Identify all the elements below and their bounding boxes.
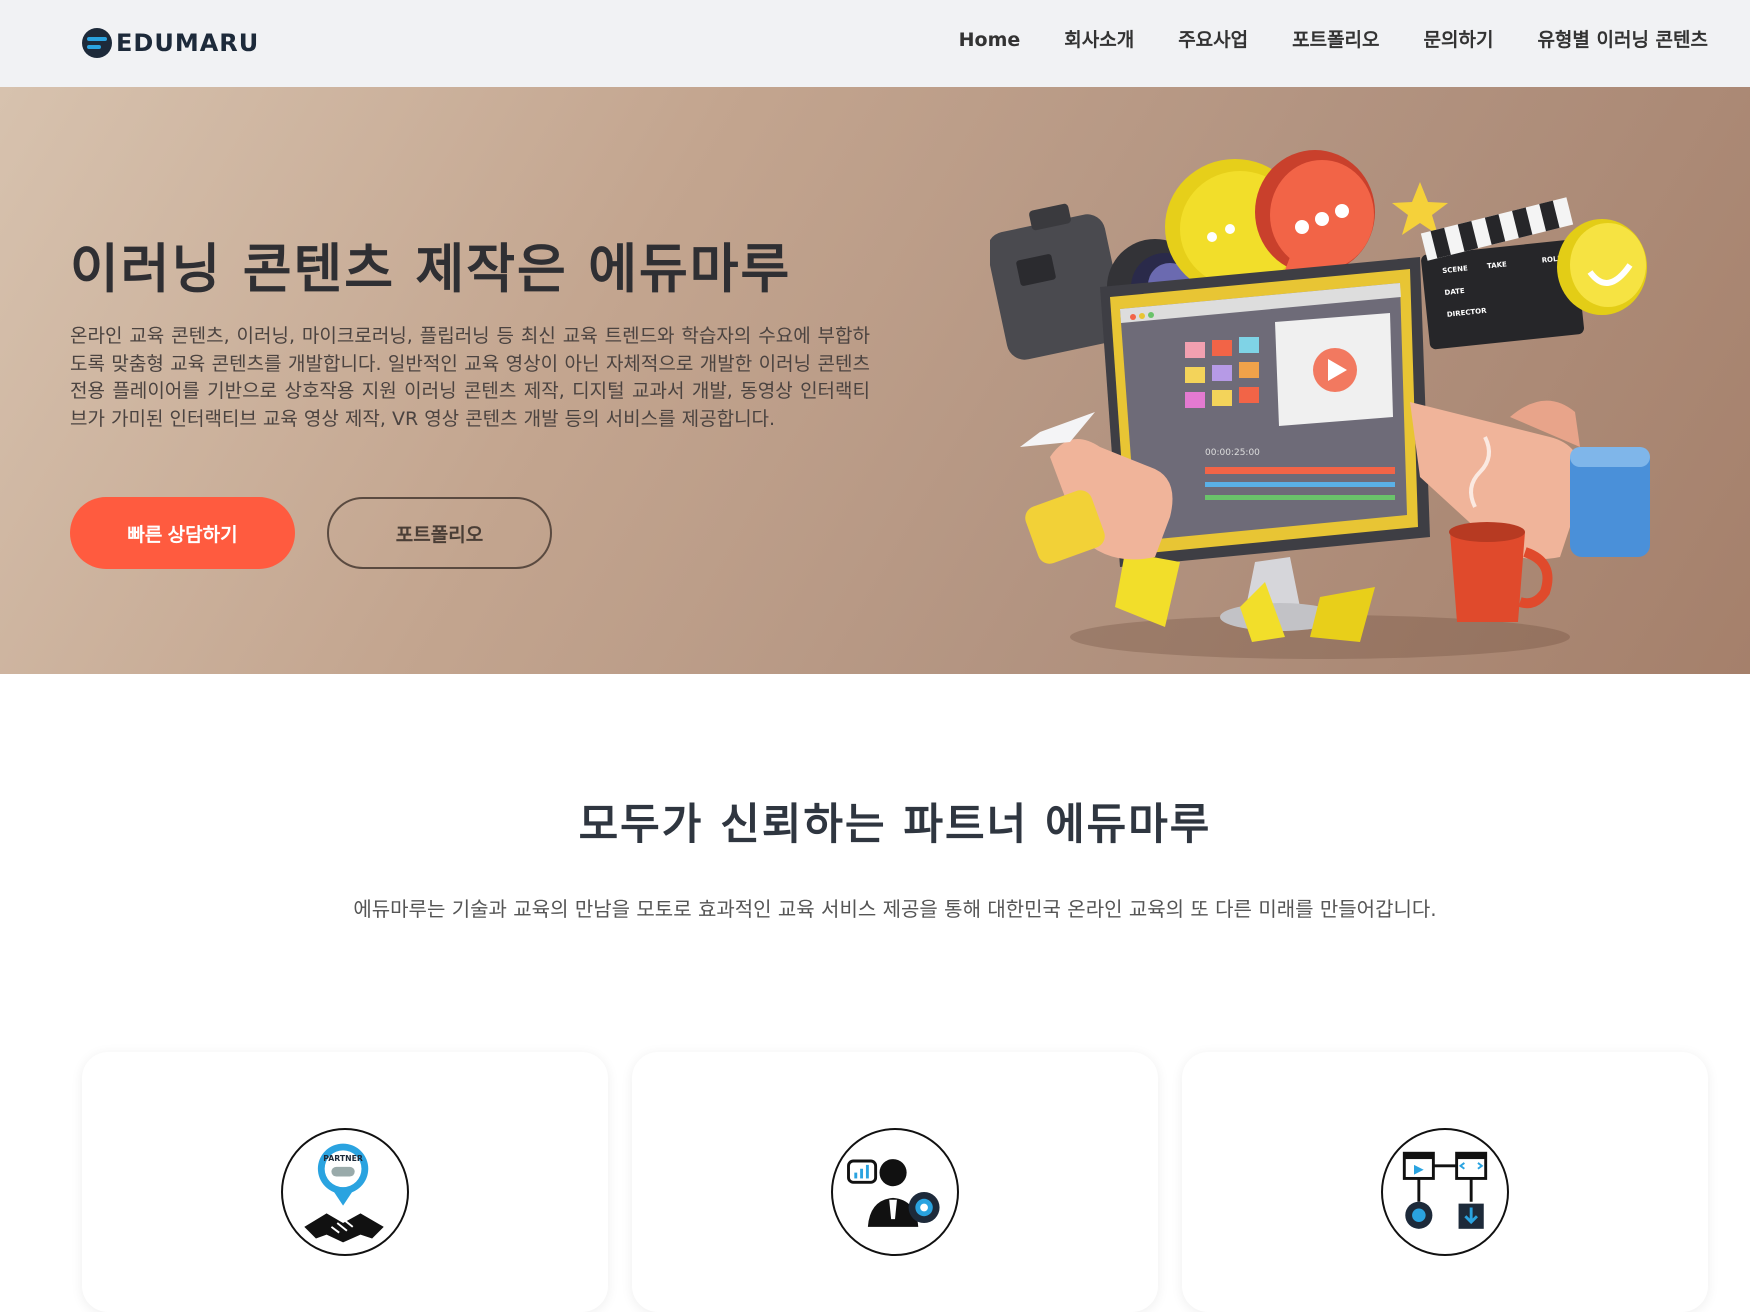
- edumaru-logo[interactable]: EDUMARU: [82, 27, 259, 59]
- nav-elearning-types[interactable]: 유형별 이러닝 콘텐츠: [1537, 24, 1708, 56]
- hero-title: 이러닝 콘텐츠 제작은 에듀마루: [70, 239, 792, 300]
- partners-description: 에듀마루는 기술과 교육의 만남을 모토로 효과적인 교육 서비스 제공을 통해…: [353, 897, 1437, 921]
- logo-text: EDUMARU: [116, 29, 260, 57]
- development-card: [1182, 1052, 1708, 1312]
- quick-consult-button[interactable]: 빠른 상담하기: [70, 497, 295, 569]
- star-icon: [1392, 182, 1448, 235]
- logo-mark-icon: [82, 28, 112, 58]
- timecode-label: 00:00:25:00: [1205, 448, 1260, 458]
- development-flow-icon: [1381, 1128, 1509, 1256]
- elearning-production-illustration: SCENE TAKE ROLL DATE DIRECTOR 00:00:25:0…: [990, 150, 1650, 659]
- hero-banner: 이러닝 콘텐츠 제작은 에듀마루 온라인 교육 콘텐츠, 이러닝, 마이크로러닝…: [0, 87, 1750, 674]
- nav-portfolio[interactable]: 포트폴리오: [1292, 24, 1379, 56]
- smiley-icon: [1557, 219, 1647, 315]
- consulting-card: [632, 1052, 1158, 1312]
- consultant-gear-icon: [831, 1128, 959, 1256]
- portfolio-button[interactable]: 포트폴리오: [327, 497, 552, 569]
- top-navigation-bar: EDUMARU Home 회사소개 주요사업 포트폴리오 문의하기 유형별 이러…: [0, 0, 1750, 87]
- nav-contact[interactable]: 문의하기: [1424, 24, 1494, 56]
- partner-handshake-icon: PARTNER: [281, 1128, 409, 1256]
- nav-home[interactable]: Home: [959, 24, 1021, 56]
- hero-description: 온라인 교육 콘텐츠, 이러닝, 마이크로러닝, 플립러닝 등 최신 교육 트렌…: [70, 325, 870, 430]
- partners-title: 모두가 신뢰하는 파트너 에듀마루: [578, 800, 1212, 850]
- nav-company[interactable]: 회사소개: [1064, 24, 1134, 56]
- blue-block-icon: [1570, 447, 1650, 557]
- partner-badge-text: PARTNER: [323, 1154, 363, 1163]
- nav-business[interactable]: 주요사업: [1178, 24, 1248, 56]
- partner-card: PARTNER: [82, 1052, 608, 1312]
- main-nav: Home 회사소개 주요사업 포트폴리오 문의하기 유형별 이러닝 콘텐츠: [915, 24, 1708, 56]
